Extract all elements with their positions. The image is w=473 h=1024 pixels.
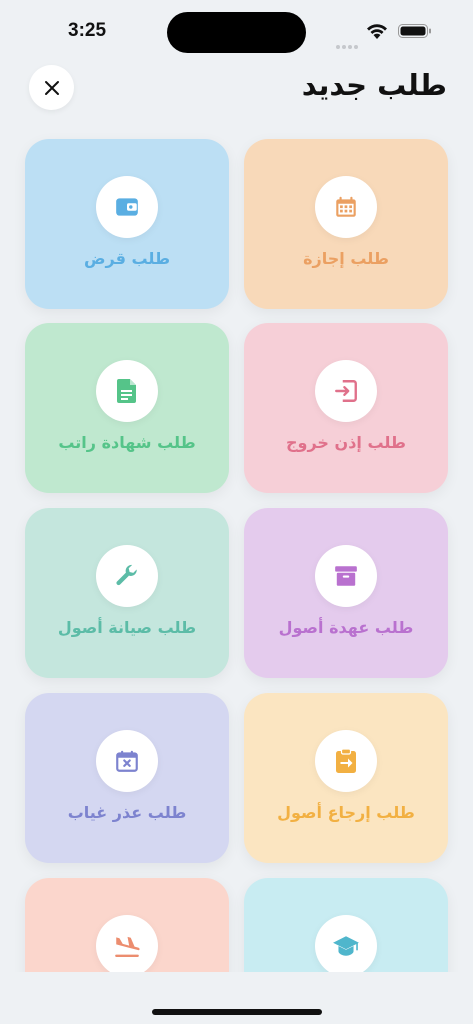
card-icon-circle (315, 360, 377, 422)
bottom-safe-area (0, 972, 473, 1024)
card-label: طلب صيانة أصول (57, 618, 197, 637)
card-icon-circle (96, 545, 158, 607)
close-button[interactable] (29, 65, 74, 110)
card-label: طلب عهدة أصول (278, 618, 414, 637)
card-label: طلب إذن خروج (286, 433, 406, 452)
wrench-icon (116, 564, 137, 586)
card-salary-certificate-request[interactable]: طلب شهادة راتب (25, 323, 229, 493)
card-loan-request[interactable]: طلب قرض (25, 139, 229, 309)
card-asset-custody-request[interactable]: طلب عهدة أصول (244, 508, 448, 678)
card-travel-request[interactable] (25, 878, 229, 972)
card-absence-excuse-request[interactable]: طلب عذر غياب (25, 693, 229, 863)
card-asset-maintenance-request[interactable]: طلب صيانة أصول (25, 508, 229, 678)
card-label: طلب قرض (83, 249, 171, 268)
card-leave-request[interactable]: طلب إجازة (244, 139, 448, 309)
calendar-icon (336, 196, 356, 217)
card-label: طلب إرجاع أصول (277, 803, 415, 822)
archive-box-icon (335, 566, 357, 586)
card-icon-circle (315, 176, 377, 238)
card-label: طلب عذر غياب (67, 803, 187, 822)
plane-landing-icon (115, 936, 140, 957)
card-asset-return-request[interactable]: طلب إرجاع أصول (244, 693, 448, 863)
home-indicator[interactable] (152, 1009, 322, 1015)
card-icon-circle (96, 730, 158, 792)
page-title: طلب جديد (301, 68, 447, 102)
card-icon-circle (315, 915, 377, 972)
card-icon-circle (96, 915, 158, 972)
card-icon-circle (315, 545, 377, 607)
request-grid: طلب إجازة طلب قرض طلب إذن خروج طلب شهادة… (0, 0, 473, 972)
card-icon-circle (96, 176, 158, 238)
calendar-x-icon (116, 750, 138, 772)
card-exit-permit-request[interactable]: طلب إذن خروج (244, 323, 448, 493)
card-icon-circle (315, 730, 377, 792)
card-training-request[interactable] (244, 878, 448, 972)
card-label: طلب شهادة راتب (58, 433, 196, 452)
clipboard-return-icon (336, 748, 356, 773)
graduation-cap-icon (333, 936, 359, 956)
card-icon-circle (96, 360, 158, 422)
exit-icon (335, 380, 357, 402)
wallet-icon (116, 198, 138, 216)
header: طلب جديد (0, 62, 473, 114)
close-icon (44, 80, 59, 95)
document-icon (117, 379, 136, 403)
card-label: طلب إجازة (303, 249, 389, 268)
